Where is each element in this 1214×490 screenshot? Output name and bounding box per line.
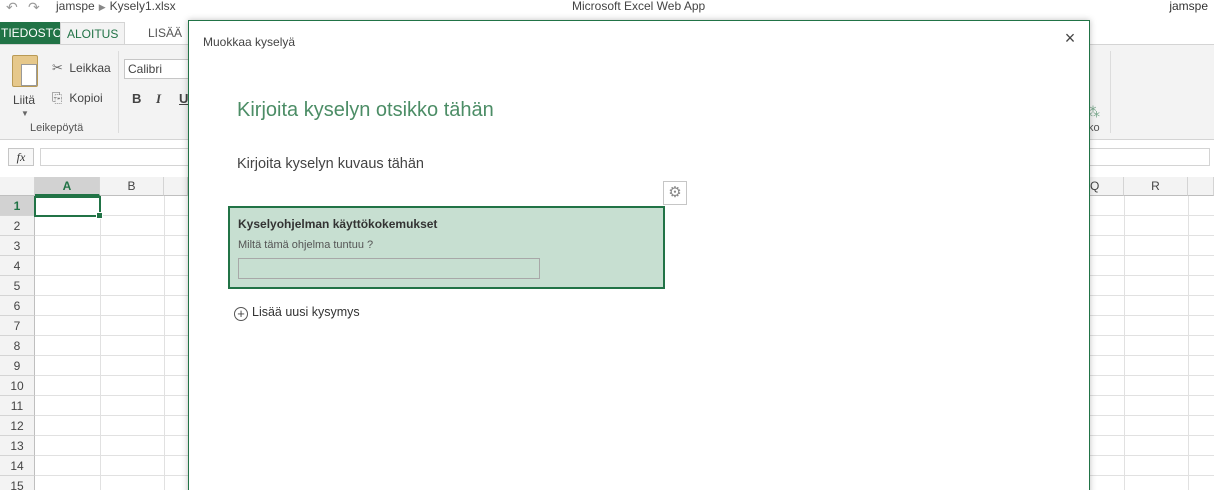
chevron-right-icon: ▶ (98, 2, 106, 12)
dialog-title: Muokkaa kyselyä (203, 35, 296, 49)
answer-input[interactable] (238, 258, 540, 279)
user-name[interactable]: jamspe (1169, 0, 1208, 13)
grid-line (164, 196, 165, 490)
column-header-label: Q (1090, 179, 1100, 193)
underline-button[interactable]: U (179, 91, 188, 106)
row-header[interactable]: 12 (0, 416, 35, 436)
select-all-corner[interactable] (0, 177, 35, 196)
paste-button[interactable]: Liitä ▼ (10, 53, 40, 123)
function-icon[interactable]: fx (8, 148, 34, 166)
italic-button[interactable]: I (156, 91, 161, 107)
edit-survey-dialog: Muokkaa kyselyä × Kirjoita kyselyn otsik… (188, 20, 1090, 490)
column-header[interactable]: B (100, 177, 164, 196)
row-header[interactable]: 6 (0, 296, 35, 316)
breadcrumb: jamspe ▶ Kysely1.xlsx (56, 0, 176, 14)
row-header[interactable]: 5 (0, 276, 35, 296)
redo-icon[interactable]: ↷ (28, 0, 40, 14)
row-header[interactable]: 2 (0, 216, 35, 236)
row-header[interactable]: 4 (0, 256, 35, 276)
cut-button[interactable]: ✂ Leikkaa (52, 59, 111, 77)
undo-icon[interactable]: ↶ (6, 0, 18, 14)
row-header[interactable]: 15 (0, 476, 35, 490)
tab-file[interactable]: TIEDOSTO (0, 22, 65, 44)
title-bar: ↶ ↷ jamspe ▶ Kysely1.xlsx Microsoft Excel … (0, 0, 1214, 16)
gear-icon[interactable]: ⚙ (663, 181, 687, 205)
row-header[interactable]: 10 (0, 376, 35, 396)
app-title: Microsoft Excel Web App (572, 0, 706, 13)
row-header[interactable]: 9 (0, 356, 35, 376)
column-header[interactable] (164, 177, 188, 196)
copy-button[interactable]: ⎘ Kopioi (52, 89, 103, 107)
active-cell[interactable] (34, 196, 103, 219)
question-title: Kyselyohjelman käyttökokemukset (238, 217, 438, 231)
breadcrumb-folder[interactable]: jamspe (56, 0, 95, 13)
column-header[interactable] (1188, 177, 1214, 196)
bold-button[interactable]: B (132, 91, 141, 106)
row-header[interactable]: 7 (0, 316, 35, 336)
column-header[interactable]: A (35, 177, 100, 196)
row-header[interactable]: 13 (0, 436, 35, 456)
close-icon[interactable]: × (1061, 29, 1079, 47)
plus-circle-icon: + (234, 307, 248, 321)
add-question-button[interactable]: + Lisää uusi kysymys (234, 304, 360, 321)
question-card[interactable]: Kyselyohjelman käyttökokemukset Miltä tä… (228, 206, 665, 289)
question-subtitle: Miltä tämä ohjelma tuntuu ? (238, 239, 374, 251)
add-question-label: Lisää uusi kysymys (252, 305, 360, 319)
grid-line (100, 196, 101, 490)
tab-insert[interactable]: LISÄÄ (142, 22, 188, 44)
survey-description-field[interactable]: Kirjoita kyselyn kuvaus tähän (237, 156, 424, 172)
column-header[interactable]: R (1124, 177, 1188, 196)
scissors-icon: ✂ (52, 60, 63, 75)
chevron-down-icon[interactable]: ▼ (21, 109, 29, 118)
row-header[interactable]: 11 (0, 396, 35, 416)
paste-label: Liitä (13, 93, 36, 107)
copy-label: Kopioi (69, 91, 103, 105)
tab-home[interactable]: ALOITUS (60, 22, 126, 45)
clipboard-icon (12, 55, 38, 87)
group-divider (118, 51, 119, 133)
survey-title-field[interactable]: Kirjoita kyselyn otsikko tähän (237, 99, 494, 122)
font-name-select[interactable]: Calibri (124, 59, 192, 79)
group-divider (1110, 51, 1111, 133)
column-header[interactable]: Q (1090, 177, 1124, 196)
row-header[interactable]: 1 (0, 196, 35, 216)
breadcrumb-file[interactable]: Kysely1.xlsx (110, 0, 176, 13)
clipboard-group-label: Leikepöytä (30, 122, 84, 134)
grid-line (1124, 196, 1125, 490)
row-header[interactable]: 3 (0, 236, 35, 256)
row-header[interactable]: 8 (0, 336, 35, 356)
grid-line (1188, 196, 1189, 490)
cut-label: Leikkaa (69, 61, 111, 75)
row-header[interactable]: 14 (0, 456, 35, 476)
copy-icon: ⎘ (52, 90, 63, 105)
